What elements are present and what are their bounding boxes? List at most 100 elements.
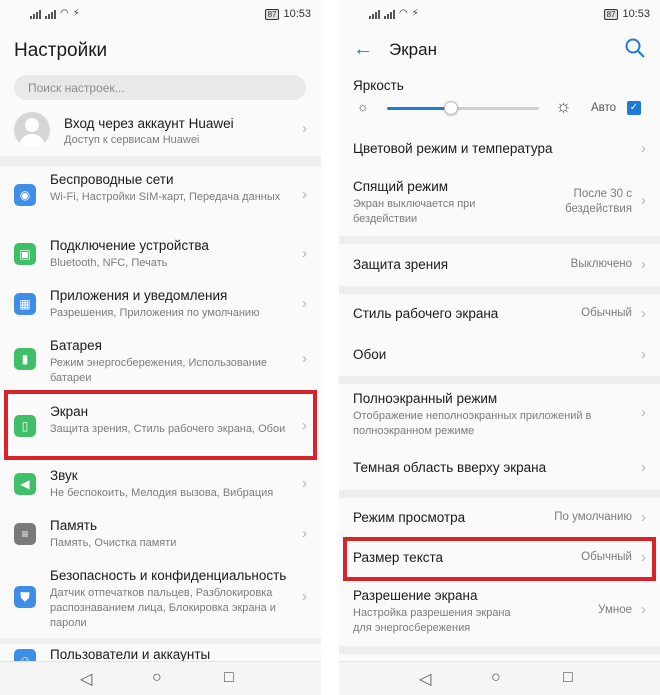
chevron-right-icon: › <box>641 404 646 421</box>
settings-item-security[interactable]: ⛊ Безопасность и конфиденциальность Датч… <box>0 566 321 634</box>
clock: 10:53 <box>283 8 311 20</box>
settings-item-sound[interactable]: ◀ Звук Не беспокоить, Мелодия вызова, Ви… <box>0 466 321 506</box>
search-input[interactable]: Поиск настроек... <box>14 75 306 100</box>
item-title: Режим просмотра <box>353 510 466 525</box>
brightness-slider[interactable] <box>387 101 539 115</box>
chevron-right-icon: › <box>302 525 307 542</box>
item-subtitle: Датчик отпечатков пальцев, Разблокировка… <box>50 587 276 629</box>
item-title: Беспроводные сети <box>50 172 174 187</box>
item-title: Стиль рабочего экрана <box>353 306 499 321</box>
page-title: Экран <box>389 40 437 59</box>
search-icon[interactable] <box>624 37 646 59</box>
account-title: Вход через аккаунт Huawei <box>64 116 234 131</box>
item-value: Обычный <box>581 307 632 319</box>
data-saver-icon: ⚡ <box>411 8 419 19</box>
item-subtitle: Не беспокоить, Мелодия вызова, Вибрация <box>50 487 274 499</box>
item-value: Выключено <box>570 258 632 270</box>
settings-item-battery[interactable]: ▮ Батарея Режим энергосбережения, Исполь… <box>0 336 321 386</box>
item-title: Спящий режим <box>353 179 449 194</box>
item-subtitle: Bluetooth, NFC, Печать <box>50 257 168 269</box>
battery-status: 87 <box>264 8 280 20</box>
display-item-resolution[interactable]: Разрешение экрана Настройка разрешения э… <box>339 587 660 637</box>
signal-icons: ◠ ⚡ <box>30 8 80 19</box>
display-item-fullscreen[interactable]: Полноэкранный режим Отображение неполноэ… <box>339 390 660 440</box>
item-title: Полноэкранный режим <box>353 391 498 406</box>
device-connection-icon: ▣ <box>14 243 36 265</box>
divider <box>339 376 660 384</box>
item-title: Цветовой режим и температура <box>353 141 553 156</box>
settings-item-device-connection[interactable]: ▣ Подключение устройства Bluetooth, NFC,… <box>0 236 321 276</box>
display-item-wallpaper[interactable]: Обои › <box>339 344 660 366</box>
home-nav-icon[interactable]: ○ <box>152 669 162 687</box>
item-title: Память <box>50 518 98 533</box>
highlight-frame <box>343 537 656 581</box>
settings-item-storage[interactable]: ≡ Память Память, Очистка памяти › <box>0 516 321 556</box>
divider <box>0 638 321 644</box>
item-title: Батарея <box>50 338 102 353</box>
chevron-right-icon: › <box>302 475 307 492</box>
chevron-right-icon: › <box>641 601 646 618</box>
sound-icon: ◀ <box>14 473 36 495</box>
auto-brightness-checkbox[interactable]: ✓ <box>627 101 641 115</box>
divider <box>339 286 660 294</box>
wifi-status-icon: ◠ <box>60 8 69 19</box>
clock: 10:53 <box>622 8 650 20</box>
item-value: Умное <box>598 604 632 616</box>
settings-item-wireless[interactable]: ◉ Беспроводные сети Wi-Fi, Настройки SIM… <box>0 170 321 228</box>
chevron-right-icon: › <box>302 120 307 137</box>
highlight-frame <box>4 390 317 460</box>
slider-knob[interactable] <box>443 101 458 115</box>
item-subtitle: Разрешения, Приложения по умолчанию <box>50 307 260 319</box>
item-subtitle: Память, Очистка памяти <box>50 537 177 549</box>
chevron-right-icon: › <box>641 256 646 273</box>
chevron-right-icon: › <box>302 186 307 203</box>
signal-icon <box>30 10 41 19</box>
recents-nav-icon[interactable]: □ <box>224 669 234 687</box>
settings-item-apps[interactable]: ▦ Приложения и уведомления Разрешения, П… <box>0 286 321 326</box>
slider-fill <box>387 107 451 110</box>
display-item-view-mode[interactable]: Режим просмотра По умолчанию › <box>339 507 660 529</box>
battery-status: 87 <box>603 8 619 20</box>
divider <box>339 646 660 654</box>
item-title: Безопасность и конфиденциальность <box>50 568 287 583</box>
item-subtitle: Wi-Fi, Настройки SIM-карт, Передача данн… <box>50 191 281 203</box>
status-bar: ◠ ⚡ 87 10:53 <box>0 0 321 28</box>
signal-icon <box>45 10 56 19</box>
navigation-bar: ◁ ○ □ <box>339 661 660 695</box>
home-nav-icon[interactable]: ○ <box>491 669 501 687</box>
chevron-right-icon: › <box>302 295 307 312</box>
display-settings-screen: ◠ ⚡ 87 10:53 ← Экран Яркость ☼ ☼ Авто ✓ … <box>339 0 660 695</box>
back-nav-icon[interactable]: ◁ <box>419 669 431 689</box>
sun-large-icon: ☼ <box>555 96 572 116</box>
settings-screen: ◠ ⚡ 87 10:53 Настройки Поиск настроек...… <box>0 0 321 695</box>
display-item-color-mode[interactable]: Цветовой режим и температура › <box>339 138 660 160</box>
item-subtitle: Отображение неполноэкранных приложений в… <box>353 410 592 437</box>
item-title: Пользователи и аккаунты <box>50 647 211 662</box>
data-saver-icon: ⚡ <box>72 8 80 19</box>
item-title: Подключение устройства <box>50 238 209 253</box>
display-item-notch[interactable]: Темная область вверху экрана › <box>339 457 660 479</box>
display-item-home-style[interactable]: Стиль рабочего экрана Обычный › <box>339 303 660 325</box>
item-title: Обои <box>353 347 387 362</box>
item-title: Темная область вверху экрана <box>353 460 547 475</box>
signal-icon <box>369 10 380 19</box>
chevron-right-icon: › <box>641 305 646 322</box>
huawei-account-item[interactable]: Вход через аккаунт Huawei Доступ к серви… <box>0 108 321 152</box>
chevron-right-icon: › <box>641 346 646 363</box>
back-nav-icon[interactable]: ◁ <box>80 669 92 689</box>
display-item-sleep[interactable]: Спящий режим Экран выключается при безде… <box>339 178 660 228</box>
signal-icons: ◠ ⚡ <box>369 8 419 19</box>
recents-nav-icon[interactable]: □ <box>563 669 573 687</box>
battery-icon: ▮ <box>14 348 36 370</box>
back-arrow-icon[interactable]: ← <box>353 38 373 61</box>
divider <box>0 156 321 166</box>
chevron-right-icon: › <box>641 509 646 526</box>
navigation-bar: ◁ ○ □ <box>0 661 321 695</box>
chevron-right-icon: › <box>641 459 646 476</box>
display-item-eye-comfort[interactable]: Защита зрения Выключено › <box>339 254 660 276</box>
divider <box>339 236 660 244</box>
wifi-icon: ◉ <box>14 184 36 206</box>
signal-icon <box>384 10 395 19</box>
item-subtitle: Настройка разрешения экрана для энергосб… <box>353 607 511 634</box>
wifi-status-icon: ◠ <box>399 8 408 19</box>
